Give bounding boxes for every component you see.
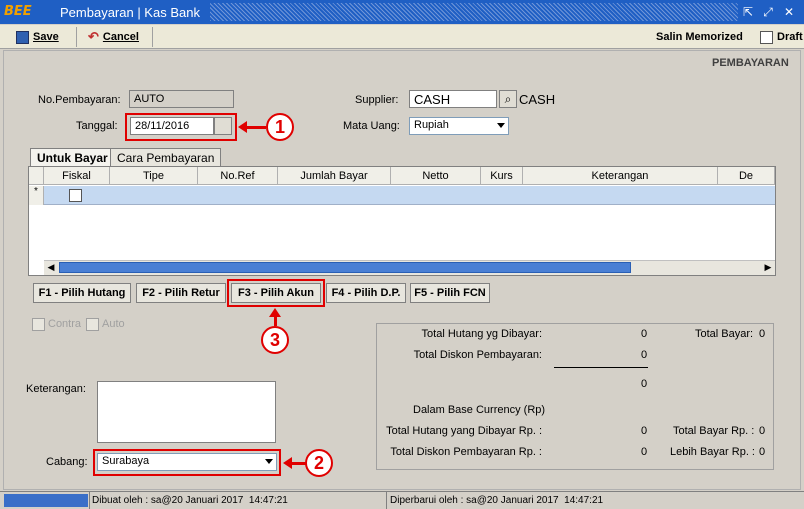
undo-icon: ↶	[88, 29, 99, 44]
search-icon[interactable]: ⌕	[499, 90, 517, 108]
total-diskon-rp-label: Total Diskon Pembayaran Rp. :	[390, 446, 542, 458]
column-header-fiskal[interactable]: Fiskal	[44, 167, 110, 185]
toolbar: Save ↶ Cancel Salin Memorized Draft	[0, 25, 804, 49]
lebih-bayar-rp-value: 0	[759, 446, 766, 458]
toolbar-separator	[76, 27, 77, 47]
toolbar-separator	[152, 27, 153, 47]
detail-grid: Fiskal Tipe No.Ref Jumlah Bayar Netto Ku…	[28, 166, 776, 276]
total-bayar-label: Total Bayar:	[695, 328, 754, 340]
section-title: PEMBAYARAN	[712, 57, 789, 69]
mata-uang-select[interactable]: Rupiah	[409, 117, 509, 135]
contra-label: Contra	[48, 318, 82, 330]
pilih-fcn-button[interactable]: F5 - Pilih FCN	[410, 283, 490, 303]
total-bayar-value: 0	[759, 328, 766, 340]
column-header-kurs[interactable]: Kurs	[481, 167, 523, 185]
dibuat-status: Dibuat oleh : sa@20 Januari 2017 14:47:2…	[92, 495, 288, 506]
column-header-keterangan[interactable]: Keterangan	[523, 167, 718, 185]
restore-icon[interactable]: ⇱	[740, 4, 756, 20]
row-header-corner	[29, 167, 44, 185]
total-diskon-value: 0	[641, 349, 648, 361]
tanggal-label: Tanggal:	[76, 120, 118, 132]
no-pembayaran-label: No.Pembayaran:	[38, 94, 121, 106]
chevron-down-icon	[265, 459, 273, 464]
lebih-bayar-rp-label: Lebih Bayar Rp. :	[670, 446, 755, 458]
annotation-2: 2	[305, 449, 333, 477]
annotation-1: 1	[266, 113, 294, 141]
total-bayar-rp-value: 0	[759, 425, 766, 437]
keterangan-label: Keterangan:	[26, 383, 86, 395]
pilih-akun-button[interactable]: F3 - Pilih Akun	[231, 283, 321, 303]
diperbarui-status: Diperbarui oleh : sa@20 Januari 2017 14:…	[390, 495, 604, 506]
cabang-select[interactable]: Surabaya	[97, 453, 277, 471]
total-hutang-label: Total Hutang yg Dibayar:	[421, 328, 542, 340]
cabang-value: Surabaya	[102, 455, 150, 467]
scroll-right-icon[interactable]: ▶	[761, 260, 775, 275]
fiskal-checkbox[interactable]	[69, 189, 82, 202]
annotation-3: 3	[261, 326, 289, 354]
mata-uang-label: Mata Uang:	[343, 120, 400, 132]
status-divider	[386, 492, 387, 509]
calendar-icon[interactable]	[214, 117, 232, 135]
tanggal-field[interactable]: 28/11/2016	[130, 117, 214, 135]
draft-checkbox[interactable]: Draft	[760, 28, 803, 46]
bee-logo: BEE	[4, 4, 32, 19]
total-diskon-label: Total Diskon Pembayaran:	[413, 349, 542, 361]
no-pembayaran-field[interactable]: AUTO	[129, 90, 234, 108]
save-button[interactable]: Save	[16, 28, 59, 46]
title-bar-pattern	[210, 3, 738, 21]
keterangan-textarea[interactable]	[97, 381, 276, 443]
floppy-icon	[16, 30, 29, 44]
cabang-label: Cabang:	[46, 456, 88, 468]
mata-uang-value: Rupiah	[414, 119, 449, 131]
column-header-tipe[interactable]: Tipe	[110, 167, 198, 185]
cancel-button[interactable]: ↶ Cancel	[88, 28, 139, 46]
total-bayar-rp-label: Total Bayar Rp. :	[673, 425, 755, 437]
supplier-name: CASH	[519, 92, 556, 107]
supplier-field[interactable]: CASH	[409, 90, 497, 108]
total-diskon-rp-value: 0	[641, 446, 648, 458]
draft-checkbox-box[interactable]	[760, 30, 773, 44]
annotation-arrow-1	[244, 126, 266, 129]
column-header-no-ref[interactable]: No.Ref	[198, 167, 278, 185]
status-divider	[89, 492, 90, 509]
column-header-jumlah-bayar[interactable]: Jumlah Bayar	[278, 167, 391, 185]
column-header-de[interactable]: De	[718, 167, 775, 185]
subtotal-value: 0	[641, 378, 648, 390]
contra-checkbox[interactable]	[32, 318, 45, 331]
scrollbar-thumb[interactable]	[59, 262, 631, 273]
summary-divider	[554, 367, 648, 368]
close-icon[interactable]: ✕	[781, 4, 797, 20]
pilih-retur-button[interactable]: F2 - Pilih Retur	[136, 283, 226, 303]
draft-label: Draft	[777, 31, 803, 43]
total-hutang-value: 0	[641, 328, 648, 340]
salin-memorized-button[interactable]: Salin Memorized	[656, 28, 743, 46]
auto-checkbox[interactable]	[86, 318, 99, 331]
status-progress	[4, 494, 88, 507]
base-currency-label: Dalam Base Currency (Rp)	[413, 404, 546, 416]
maximize-icon[interactable]: ⤢	[760, 4, 776, 20]
status-bar: Dibuat oleh : sa@20 Januari 2017 14:47:2…	[0, 491, 804, 509]
pilih-hutang-button[interactable]: F1 - Pilih Hutang	[33, 283, 131, 303]
chevron-down-icon	[497, 123, 505, 128]
auto-label: Auto	[102, 318, 125, 330]
new-row-marker: *	[29, 186, 44, 205]
scroll-left-icon[interactable]: ◀	[44, 260, 58, 275]
save-label: Save	[33, 31, 59, 43]
arrow-head-left-icon	[238, 121, 247, 133]
tab-untuk-bayar[interactable]: Untuk Bayar	[30, 148, 115, 166]
total-hutang-rp-label: Total Hutang yang Dibayar Rp. :	[386, 425, 542, 437]
table-row[interactable]	[44, 186, 775, 205]
annotation-arrow-2	[290, 462, 306, 465]
pilih-dp-button[interactable]: F4 - Pilih D.P.	[326, 283, 406, 303]
column-header-netto[interactable]: Netto	[391, 167, 481, 185]
annotation-arrow-3	[274, 316, 277, 326]
cancel-label: Cancel	[102, 31, 139, 43]
title-bar: BEE Pembayaran | Kas Bank ⇱ ⤢ ✕	[0, 0, 804, 24]
salin-memorized-label: Salin Memorized	[656, 31, 743, 43]
supplier-label: Supplier:	[355, 94, 399, 106]
window-title: Pembayaran | Kas Bank	[60, 5, 200, 20]
tab-cara-pembayaran[interactable]: Cara Pembayaran	[110, 148, 222, 166]
total-hutang-rp-value: 0	[641, 425, 648, 437]
